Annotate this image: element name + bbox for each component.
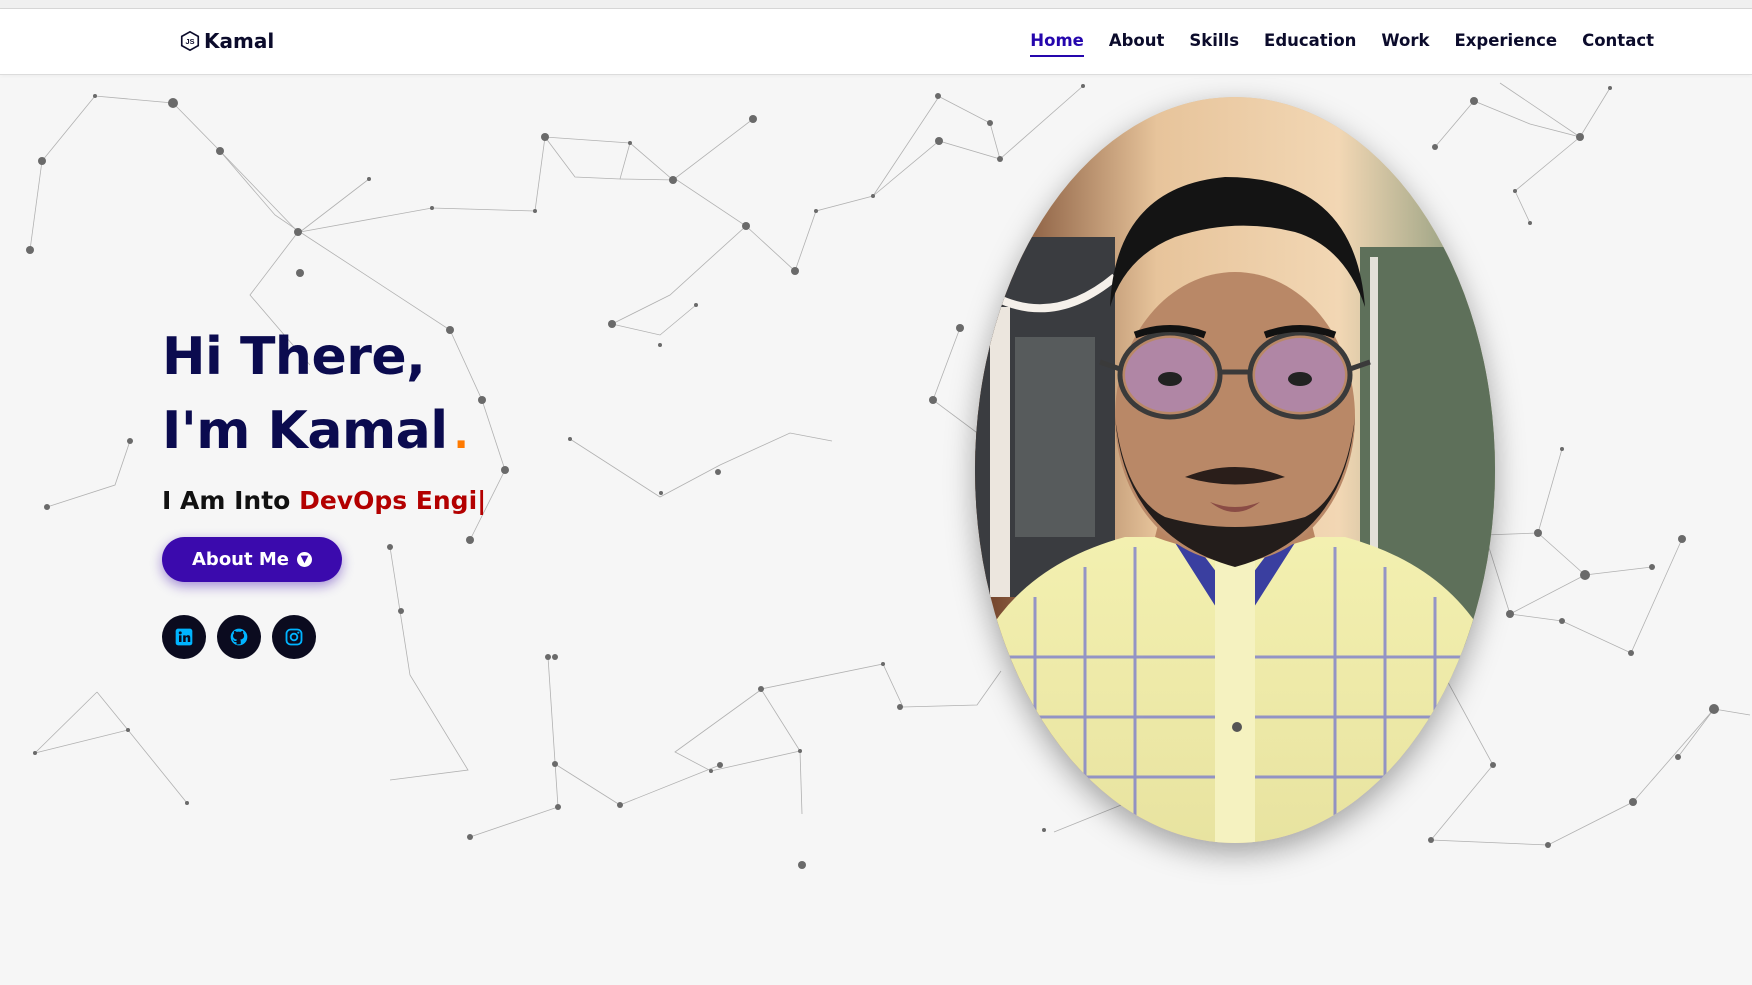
browser-top-strip: [0, 0, 1752, 9]
hero-name: I'm Kamal: [162, 401, 448, 461]
hero-dot: .: [453, 412, 469, 458]
typing-text: I Am Into DevOps Engi|: [162, 486, 486, 515]
nav-skills[interactable]: Skills: [1189, 31, 1239, 57]
github-link[interactable]: [217, 615, 261, 659]
social-links: [162, 615, 486, 659]
nav-work[interactable]: Work: [1381, 31, 1429, 57]
linkedin-link[interactable]: [162, 615, 206, 659]
hero-section: Hi There, I'm Kamal. I Am Into DevOps En…: [162, 320, 486, 659]
linkedin-icon: [175, 628, 193, 646]
brand-name: Kamal: [204, 29, 275, 53]
nav-home[interactable]: Home: [1030, 31, 1084, 57]
nav-education[interactable]: Education: [1264, 31, 1356, 57]
navbar: JS Kamal Home About Skills Education Wor…: [0, 9, 1752, 75]
typing-role: DevOps Engi|: [299, 486, 487, 515]
nav-about[interactable]: About: [1109, 31, 1165, 57]
arrow-down-circle-icon: ▼: [297, 552, 312, 567]
instagram-icon: [285, 628, 303, 646]
nav-experience[interactable]: Experience: [1454, 31, 1557, 57]
typing-prefix: I Am Into: [162, 486, 291, 515]
github-icon: [230, 628, 248, 646]
instagram-link[interactable]: [272, 615, 316, 659]
brand-logo[interactable]: JS Kamal: [179, 29, 274, 53]
hero-greeting: Hi There,: [162, 327, 426, 387]
svg-text:JS: JS: [186, 37, 195, 46]
about-me-button[interactable]: About Me ▼: [162, 537, 342, 582]
hero-name-line: I'm Kamal.: [162, 394, 486, 472]
main-nav: Home About Skills Education Work Experie…: [1030, 31, 1654, 57]
js-hexagon-icon: JS: [180, 30, 200, 52]
profile-photo: [975, 97, 1495, 843]
about-me-label: About Me: [192, 549, 289, 570]
nav-contact[interactable]: Contact: [1582, 31, 1654, 57]
